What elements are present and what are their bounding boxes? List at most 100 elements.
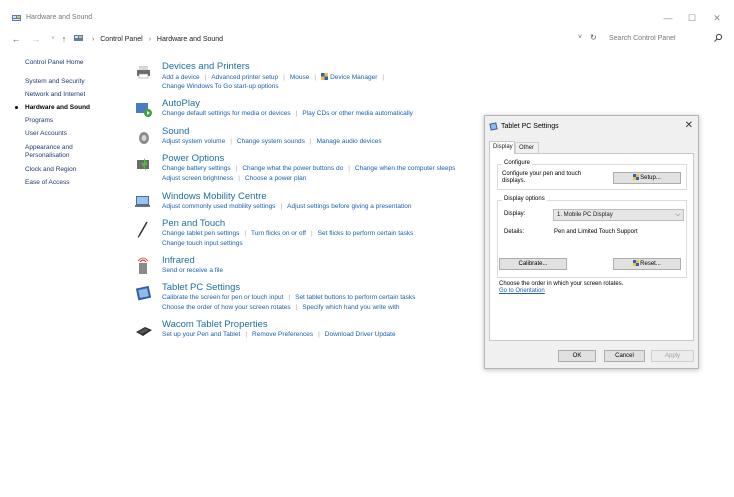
cancel-button[interactable]: Cancel <box>604 350 645 362</box>
link-set-up-pen-and-tablet[interactable]: Set up your Pen and Tablet <box>162 331 240 338</box>
category-title[interactable]: Infrared <box>162 255 195 266</box>
breadcrumb-hardware-and-sound[interactable]: Hardware and Sound <box>157 36 223 43</box>
go-to-orientation-link[interactable]: Go to Orientation <box>499 288 545 294</box>
sidebar-item-user-accounts[interactable]: User Accounts <box>25 130 67 138</box>
link-change-battery-settings[interactable]: Change battery settings <box>162 165 231 172</box>
minimize-button[interactable]: — <box>658 12 678 24</box>
sidebar-item-personalisation[interactable]: Personalisation <box>25 152 69 160</box>
display-options-group: Display options Display: 1. Mobile PC Di… <box>497 196 687 278</box>
link-change-power-buttons[interactable]: Change what the power buttons do <box>242 165 343 172</box>
display-select[interactable]: 1. Mobile PC Display ⌵ <box>553 209 684 221</box>
category-title[interactable]: Sound <box>162 126 189 137</box>
search-input[interactable] <box>606 32 724 45</box>
breadcrumb-control-panel[interactable]: Control Panel <box>100 36 142 43</box>
link-change-touch-input[interactable]: Change touch input settings <box>162 240 243 247</box>
link-set-flicks[interactable]: Set flicks to perform certain tasks <box>318 230 414 237</box>
link-advanced-printer-setup[interactable]: Advanced printer setup <box>211 74 278 81</box>
category-links: Set up your Pen and Tablet | Remove Prefer… <box>162 331 396 338</box>
link-device-manager[interactable]: Device Manager <box>330 74 377 81</box>
sidebar-item-clock-and-region[interactable]: Clock and Region <box>25 166 76 174</box>
up-button[interactable]: ↑ <box>58 33 70 45</box>
link-turn-flicks[interactable]: Turn flicks on or off <box>251 230 306 237</box>
category-title[interactable]: Windows Mobility Centre <box>162 191 267 202</box>
category-links: Change tablet pen settings | Turn flicks o… <box>162 230 414 237</box>
forward-button[interactable]: → <box>30 33 42 45</box>
link-manage-audio-devices[interactable]: Manage audio devices <box>317 138 382 145</box>
tab-other[interactable]: Other <box>515 142 539 153</box>
category-title[interactable]: Devices and Printers <box>162 61 250 72</box>
tab-display[interactable]: Display <box>489 141 515 154</box>
back-button[interactable]: ← <box>10 33 22 45</box>
mobility-icon <box>135 196 150 207</box>
link-change-system-sounds[interactable]: Change system sounds <box>237 138 305 145</box>
tablet-icon <box>135 285 152 301</box>
link-mouse[interactable]: Mouse <box>290 74 310 81</box>
window-title: Hardware and Sound <box>26 14 93 21</box>
power-icon <box>137 158 149 171</box>
sidebar-item-programs[interactable]: Programs <box>25 117 53 125</box>
sidebar-item-control-panel-home[interactable]: Control Panel Home <box>25 59 84 67</box>
link-send-or-receive-file[interactable]: Send or receive a file <box>162 267 223 274</box>
speaker-icon <box>139 132 149 144</box>
category-title[interactable]: Tablet PC Settings <box>162 282 240 293</box>
link-add-a-device[interactable]: Add a device <box>162 74 200 81</box>
sidebar-item-label: Hardware and Sound <box>25 104 91 111</box>
category-links: Change default settings for media or dev… <box>162 110 413 117</box>
configure-text: Configure your pen and touch <box>502 171 582 177</box>
apply-button[interactable]: Apply <box>651 350 694 362</box>
link-adjust-mobility-settings[interactable]: Adjust commonly used mobility settings <box>162 203 275 210</box>
wacom-icon <box>136 327 152 336</box>
breadcrumb[interactable]: › Control Panel › Hardware and Sound <box>74 35 223 43</box>
configure-text: displays. <box>502 178 526 184</box>
address-dropdown-button[interactable]: ˅ <box>578 34 582 41</box>
display-select-value: 1. Mobile PC Display <box>557 212 613 218</box>
control-panel-icon <box>74 35 83 41</box>
link-remove-preferences[interactable]: Remove Preferences <box>252 331 313 338</box>
search-icon[interactable] <box>713 33 723 43</box>
link-change-default-settings[interactable]: Change default settings for media or dev… <box>162 110 291 117</box>
link-choose-rotation-order[interactable]: Choose the order of how your screen rota… <box>162 304 291 311</box>
category-title[interactable]: Wacom Tablet Properties <box>162 319 268 330</box>
sidebar-item-system-and-security[interactable]: System and Security <box>25 78 85 86</box>
category-title[interactable]: AutoPlay <box>162 98 200 109</box>
link-adjust-screen-brightness[interactable]: Adjust screen brightness <box>162 175 233 182</box>
link-calibrate-screen[interactable]: Calibrate the screen for pen or touch in… <box>162 294 283 301</box>
link-play-cds[interactable]: Play CDs or other media automatically <box>302 110 413 117</box>
category-title[interactable]: Power Options <box>162 153 224 164</box>
link-download-driver-update[interactable]: Download Driver Update <box>325 331 396 338</box>
dialog-close-button[interactable]: ✕ <box>685 120 693 131</box>
link-adjust-presentation[interactable]: Adjust settings before giving a presenta… <box>287 203 411 210</box>
setup-button[interactable]: Setup... <box>613 172 681 184</box>
category-links: Adjust system volume | Change system sound… <box>162 138 382 145</box>
display-label: Display: <box>504 211 526 217</box>
link-specify-hand[interactable]: Specify which hand you write with <box>302 304 399 311</box>
sidebar-item-ease-of-access[interactable]: Ease of Access <box>25 179 69 187</box>
link-change-tablet-pen-settings[interactable]: Change tablet pen settings <box>162 230 239 237</box>
category-links: Adjust screen brightness | Choose a power … <box>162 175 307 182</box>
breadcrumb-separator: › <box>91 36 95 43</box>
link-choose-power-plan[interactable]: Choose a power plan <box>245 175 306 182</box>
rotate-text: Choose the order in which your screen ro… <box>499 281 624 287</box>
sidebar-item-hardware-and-sound[interactable]: Hardware and Sound <box>15 104 91 112</box>
maximize-button[interactable]: ☐ <box>682 12 702 24</box>
tablet-pc-settings-dialog: Tablet PC Settings ✕ Display Other Confi… <box>484 115 699 369</box>
link-adjust-system-volume[interactable]: Adjust system volume <box>162 138 225 145</box>
sidebar-item-appearance-and[interactable]: Appearance and <box>25 144 73 152</box>
infrared-icon <box>137 257 149 274</box>
sidebar-item-network-and-internet[interactable]: Network and Internet <box>25 91 85 99</box>
link-change-when-sleeps[interactable]: Change when the computer sleeps <box>355 165 455 172</box>
link-set-tablet-buttons[interactable]: Set tablet buttons to perform certain ta… <box>295 294 415 301</box>
reset-button[interactable]: Reset... <box>613 258 681 270</box>
search-box[interactable] <box>606 32 724 45</box>
refresh-button[interactable]: ↻ <box>590 33 597 42</box>
close-button[interactable]: ✕ <box>707 12 727 24</box>
category-links: Adjust commonly used mobility settings | A… <box>162 203 412 210</box>
link-change-windows-to-go[interactable]: Change Windows To Go start-up options <box>162 83 279 90</box>
pen-icon <box>137 221 148 238</box>
category-title[interactable]: Pen and Touch <box>162 218 225 229</box>
ok-button[interactable]: OK <box>558 350 596 362</box>
display-tab-panel: Configure Configure your pen and touch d… <box>489 153 694 341</box>
current-item-bullet <box>15 106 18 109</box>
category-links: Add a device | Advanced printer setup | Mous… <box>162 73 385 81</box>
calibrate-button[interactable]: Calibrate... <box>499 258 567 270</box>
